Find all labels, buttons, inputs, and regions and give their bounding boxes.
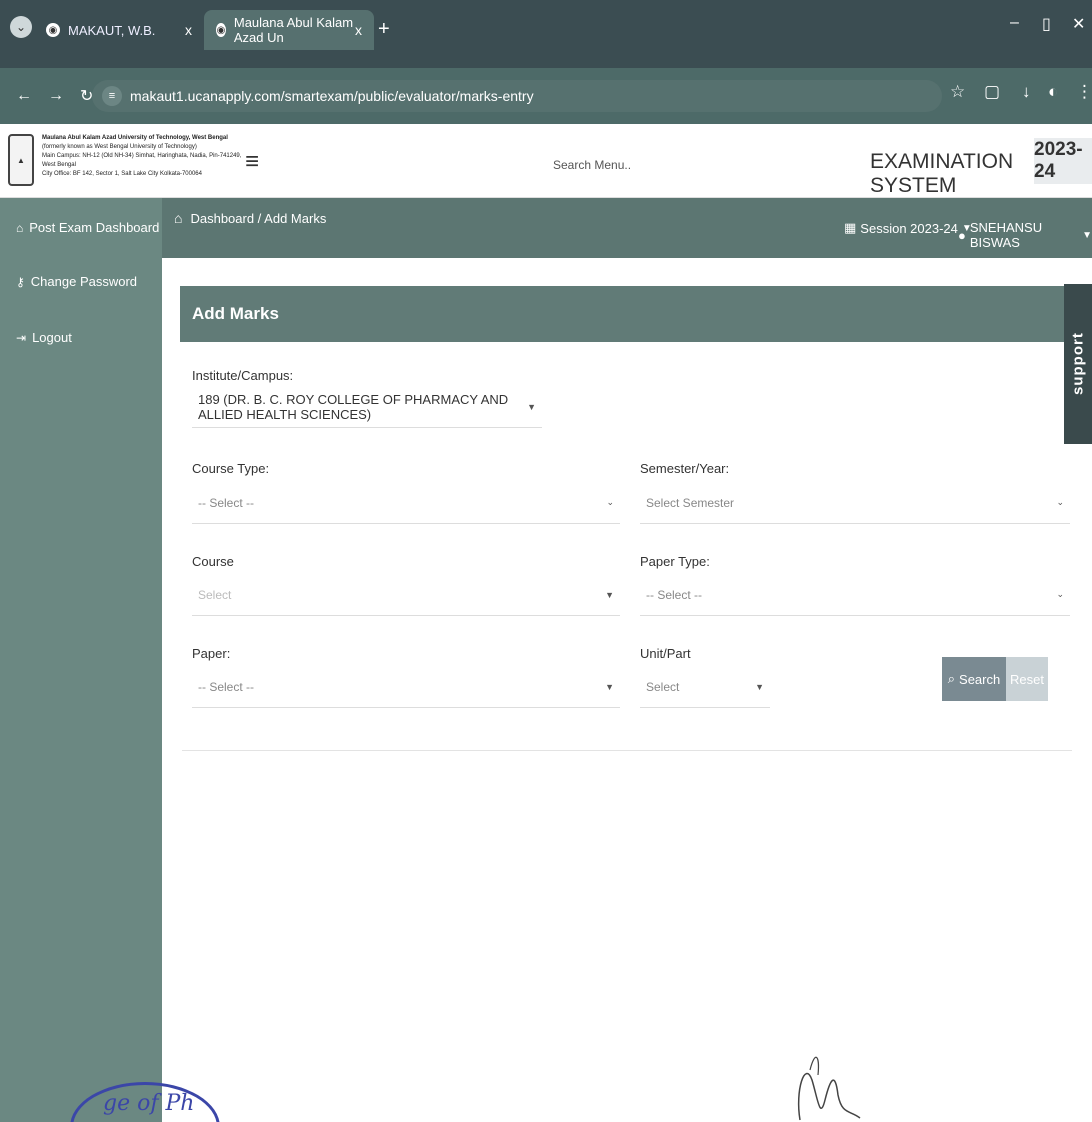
institute-label: Institute/Campus: [192, 368, 294, 383]
user-icon: ● [958, 227, 966, 243]
logout-icon: ⇥ [16, 330, 27, 345]
globe-icon: ◉ [216, 23, 226, 37]
session-dropdown[interactable]: ▦ Session 2023-24 ▼ [844, 220, 972, 236]
org-line: Maulana Abul Kalam Azad University of Te… [42, 135, 228, 141]
forward-icon[interactable]: → [48, 87, 64, 105]
download-icon[interactable]: ↓ [1022, 82, 1031, 102]
semester-select[interactable]: Select Semester ⌄ [640, 482, 1070, 524]
home-icon[interactable]: ⌂ [174, 210, 182, 226]
breadcrumb: ⌂ Dashboard / Add Marks [174, 210, 326, 226]
hamburger-menu-icon[interactable]: ≡ [245, 148, 259, 176]
university-name: Maulana Abul Kalam Azad University of Te… [42, 134, 242, 179]
org-line: Main Campus: NH-12 (Old NH-34) Simhat, H… [42, 153, 242, 168]
main-content: Add Marks Institute/Campus: 189 (DR. B. … [162, 258, 1092, 1122]
institute-value: 189 (DR. B. C. ROY COLLEGE OF PHARMACY A… [198, 391, 509, 422]
minimize-icon[interactable]: – [1010, 14, 1019, 32]
calendar-icon: ▦ [844, 220, 857, 235]
course-select[interactable]: Select ▼ [192, 574, 620, 616]
semester-value: Select Semester [646, 495, 735, 510]
profile-icon[interactable]: ◐ [1048, 82, 1058, 102]
university-logo: ▲ [8, 134, 34, 186]
search-icon: ⌕ [947, 671, 956, 686]
course-value: Select [198, 587, 232, 602]
paper-value: -- Select -- [198, 679, 255, 694]
close-icon[interactable]: x [355, 22, 362, 38]
sidebar-item-label: Logout [32, 330, 72, 345]
sidebar-item-label: Change Password [30, 274, 138, 289]
bookmark-star-icon[interactable]: ☆ [950, 82, 965, 102]
user-dropdown[interactable]: ● SNEHANSU BISWAS ▼ [958, 220, 1092, 250]
org-line: (formerly known as West Bengal Universit… [42, 144, 197, 150]
breadcrumb-text[interactable]: Dashboard / Add Marks [190, 211, 326, 226]
paper-type-value: -- Select -- [646, 587, 703, 602]
globe-icon: ◉ [46, 23, 60, 37]
address-bar: ← → ↻ ≡ makaut1.ucanapply.com/smartexam/… [0, 68, 1092, 124]
app-header: ▲ Maulana Abul Kalam Azad University of … [0, 124, 1092, 198]
institute-select[interactable]: 189 (DR. B. C. ROY COLLEGE OF PHARMACY A… [192, 386, 542, 428]
course-label: Course [192, 554, 234, 569]
course-type-value: -- Select -- [198, 495, 255, 510]
main-top-bar: ⌂ Dashboard / Add Marks ▦ Session 2023-2… [162, 198, 1092, 258]
divider [182, 750, 1072, 751]
sidebar: ⌂ Post Exam Dashboard ⚷ Change Password … [0, 198, 162, 1122]
browser-menu-icon[interactable]: ⋮ [1076, 82, 1092, 102]
chevron-down-icon: ▼ [605, 589, 614, 600]
chevron-down-icon: ⌄ [1056, 589, 1064, 599]
browser-tab-1[interactable]: ◉ MAKAUT, W.B. x [34, 10, 204, 50]
search-menu-input[interactable]: Search Menu.. [553, 158, 631, 172]
search-button[interactable]: ⌕ Search [942, 657, 1006, 701]
sidebar-item-logout[interactable]: ⇥ Logout [16, 330, 72, 345]
back-icon[interactable]: ← [16, 87, 32, 105]
chevron-down-icon: ▼ [527, 401, 536, 412]
browser-tab-2[interactable]: ◉ Maulana Abul Kalam Azad Un x [204, 10, 374, 50]
sidebar-item-change-password[interactable]: ⚷ Change Password [16, 274, 137, 289]
year-badge: 2023-24 [1034, 138, 1092, 184]
unit-value: Select [646, 679, 680, 694]
session-label: Session 2023-24 [860, 220, 958, 236]
org-line: City Office: BF 142, Sector 1, Salt Lake… [42, 171, 202, 177]
sidebar-item-label: Post Exam Dashboard [29, 220, 160, 235]
browser-tab-bar: ⌄ ◉ MAKAUT, W.B. x ◉ Maulana Abul Kalam … [0, 0, 1092, 68]
search-button-label: Search [959, 671, 1001, 687]
url-field[interactable]: ≡ makaut1.ucanapply.com/smartexam/public… [92, 80, 942, 112]
chevron-down-icon: ⌄ [1056, 497, 1064, 507]
paper-type-select[interactable]: -- Select -- ⌄ [640, 574, 1070, 616]
extensions-icon[interactable]: ▢ [984, 82, 1000, 102]
chevron-down-icon: ▼ [755, 681, 764, 692]
paper-select[interactable]: -- Select -- ▼ [192, 666, 620, 708]
site-info-icon[interactable]: ≡ [102, 86, 122, 106]
chevron-down-icon: ⌄ [606, 497, 614, 507]
url-text: makaut1.ucanapply.com/smartexam/public/e… [130, 88, 534, 104]
tab-title: Maulana Abul Kalam Azad Un [233, 15, 354, 45]
key-icon: ⚷ [16, 274, 25, 289]
chevron-down-icon: ▼ [1082, 229, 1092, 241]
sidebar-item-post-exam-dashboard[interactable]: ⌂ Post Exam Dashboard [16, 220, 159, 235]
tab-title: MAKAUT, W.B. [68, 22, 156, 38]
page-title: Add Marks [180, 286, 1070, 342]
unit-label: Unit/Part [640, 646, 691, 661]
chevron-down-icon: ▼ [605, 681, 614, 692]
course-type-select[interactable]: -- Select -- ⌄ [192, 482, 620, 524]
paper-type-label: Paper Type: [640, 554, 710, 569]
new-tab-icon[interactable]: + [378, 18, 390, 41]
user-name: SNEHANSU BISWAS [969, 220, 1043, 250]
tab-search-icon[interactable]: ⌄ [10, 16, 32, 38]
maximize-icon[interactable]: ▯ [1042, 14, 1051, 34]
support-tab[interactable]: support [1064, 284, 1092, 444]
handwritten-signature [797, 1056, 861, 1121]
window-close-icon[interactable]: ✕ [1072, 14, 1085, 34]
home-icon: ⌂ [16, 220, 24, 235]
course-type-label: Course Type: [192, 461, 270, 476]
paper-label: Paper: [192, 646, 231, 661]
unit-select[interactable]: Select ▼ [640, 666, 770, 708]
close-icon[interactable]: x [185, 22, 192, 38]
semester-label: Semester/Year: [640, 461, 730, 476]
reset-button[interactable]: Reset [1006, 657, 1048, 701]
